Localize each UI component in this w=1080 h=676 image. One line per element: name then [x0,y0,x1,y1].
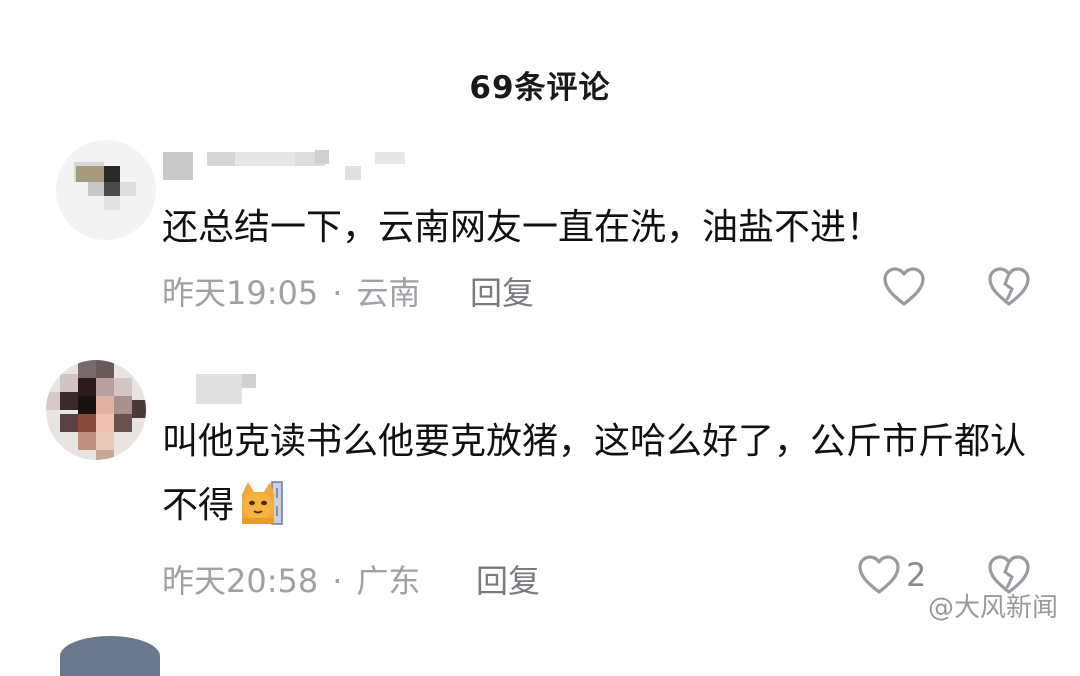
cat-emoji-icon [238,480,284,526]
comments-count-title: 69条评论 [469,70,611,106]
comment-time: 昨天19:05 [162,274,319,312]
reply-button[interactable]: 回复 [470,268,534,314]
comment-text: 叫他克读书么他要克放猪，这哈么好了，公斤市斤都认不得 [162,410,1040,538]
meta-separator: · [332,562,343,600]
comment-text: 还总结一下，云南网友一直在洗，油盐不进！ [162,207,883,248]
watermark: @大风新闻 [927,593,1058,623]
avatar[interactable] [56,140,156,240]
comment-text-content: 叫他克读书么他要克放猪，这哈么好了，公斤市斤都认不得 [162,421,1027,526]
comment-location: 云南 [356,274,421,312]
comment-time: 昨天20:58 [162,562,319,600]
avatar[interactable] [60,636,160,676]
avatar[interactable] [46,360,146,460]
broken-heart-icon[interactable] [986,266,1032,308]
comment-meta: 昨天20:58 · 广东 [162,556,420,602]
heart-outline-icon[interactable] [881,266,927,308]
comment-meta: 昨天19:05 · 云南 [162,268,420,314]
heart-outline-icon[interactable] [856,554,902,596]
like-count: 2 [906,556,927,594]
meta-separator: · [332,274,343,312]
username-obscured[interactable] [196,372,266,412]
comment-location: 广东 [356,562,421,600]
username-obscured[interactable] [163,148,413,188]
reply-button[interactable]: 回复 [476,556,540,602]
